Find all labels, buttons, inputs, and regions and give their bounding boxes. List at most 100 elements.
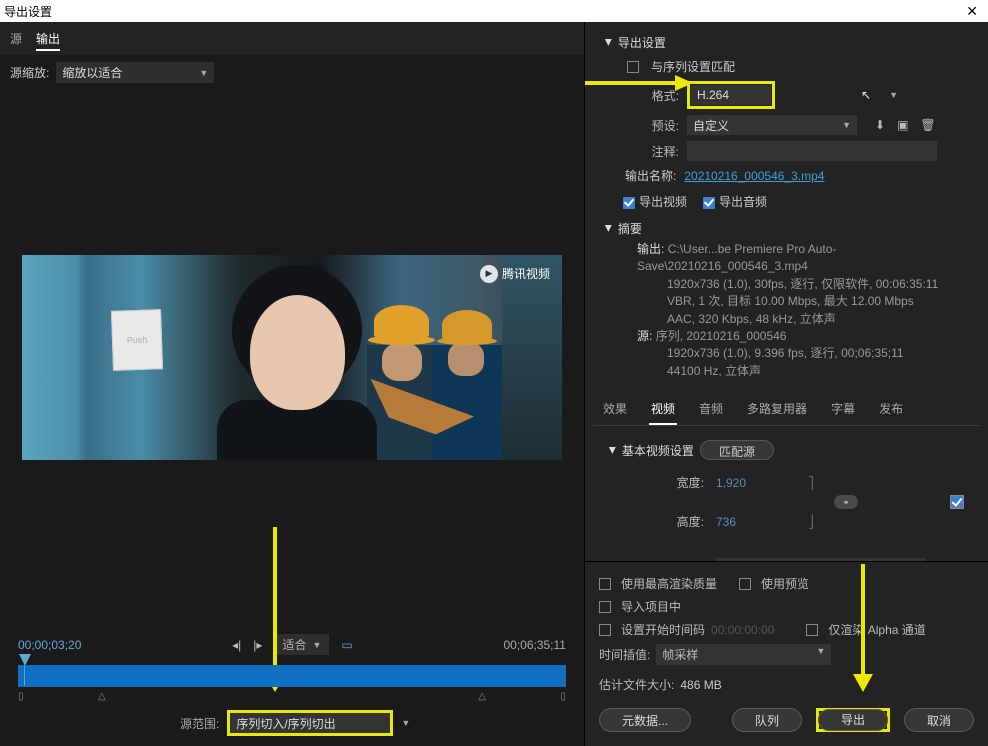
summary-src-line3: 44100 Hz, 立体声 bbox=[667, 364, 761, 378]
save-preset-icon[interactable]: ⬇ bbox=[873, 118, 887, 132]
format-label: 格式: bbox=[637, 87, 679, 104]
width-height-lock-checkbox[interactable] bbox=[950, 495, 964, 509]
max-render-label: 使用最高渲染质量 bbox=[621, 575, 717, 592]
set-start-tc-checkbox[interactable] bbox=[599, 624, 611, 636]
import-preset-icon[interactable]: ▣ bbox=[895, 118, 910, 132]
export-settings-header: 导出设置 bbox=[618, 34, 666, 51]
chevron-down-icon: ▼ bbox=[312, 640, 321, 650]
summary-src-line2: 1920x736 (1.0), 9.396 fps, 逐行, 00;06;35;… bbox=[667, 346, 904, 360]
delete-preset-icon[interactable]: 🗑 bbox=[918, 118, 937, 132]
summary-header: 摘要 bbox=[618, 220, 642, 237]
export-audio-checkbox[interactable] bbox=[703, 197, 715, 209]
queue-button[interactable]: 队列 bbox=[732, 708, 802, 732]
export-button[interactable]: 导出 bbox=[818, 709, 888, 731]
tab-caption[interactable]: 字幕 bbox=[829, 394, 857, 425]
preset-value: 自定义 bbox=[693, 117, 729, 134]
set-start-tc-label: 设置开始时间码 bbox=[621, 621, 705, 638]
time-interp-label: 时间插值: bbox=[599, 646, 650, 663]
fps-select[interactable]: 30 ▼ bbox=[716, 558, 926, 561]
fit-label: 适合 bbox=[282, 636, 306, 653]
cursor-pointer-icon: ↖ bbox=[861, 88, 871, 102]
preset-select[interactable]: 自定义 ▼ bbox=[687, 115, 857, 135]
fps-label: 帧速率: bbox=[609, 559, 704, 561]
match-sequence-label: 与序列设置匹配 bbox=[651, 58, 735, 75]
fit-select[interactable]: 适合 ▼ bbox=[274, 634, 329, 655]
close-icon[interactable]: ✕ bbox=[960, 3, 984, 20]
chevron-down-icon[interactable]: ▶ bbox=[603, 39, 614, 46]
chevron-down-icon[interactable]: ▼ bbox=[889, 90, 898, 100]
watermark-logo-icon: ▶ bbox=[480, 265, 498, 283]
summary-src-line1: 序列, 20210216_000546 bbox=[656, 329, 787, 343]
chevron-down-icon: ▼ bbox=[199, 68, 208, 78]
watermark: ▶ 腾讯视频 bbox=[480, 265, 550, 283]
time-interp-value: 帧采样 bbox=[662, 646, 698, 663]
use-preview-label: 使用预览 bbox=[761, 575, 809, 592]
source-scale-select[interactable]: 缩放以适合 ▼ bbox=[55, 61, 215, 84]
use-preview-checkbox[interactable] bbox=[739, 578, 751, 590]
tab-audio[interactable]: 音频 bbox=[697, 394, 725, 425]
window-title: 导出设置 bbox=[4, 3, 52, 20]
import-project-checkbox[interactable] bbox=[599, 601, 611, 613]
summary-source-label: 源: bbox=[637, 329, 652, 343]
chevron-down-icon: ▼ bbox=[816, 646, 825, 663]
tab-mux[interactable]: 多路复用器 bbox=[745, 394, 809, 425]
output-name-label: 输出名称: bbox=[625, 167, 676, 184]
cancel-button[interactable]: 取消 bbox=[904, 708, 974, 732]
next-frame-icon[interactable]: |▸ bbox=[253, 638, 262, 652]
source-scale-label: 源缩放: bbox=[10, 64, 49, 81]
time-interp-select[interactable]: 帧采样 ▼ bbox=[656, 644, 831, 665]
alpha-only-label: 仅渲染 Alpha 通道 bbox=[828, 621, 925, 638]
summary-out-line2: 1920x736 (1.0), 30fps, 逐行, 仅限软件, 00:06:3… bbox=[667, 277, 938, 291]
est-file-value: 486 MB bbox=[680, 678, 721, 692]
comment-input[interactable] bbox=[687, 141, 937, 161]
chevron-down-icon: ▼ bbox=[911, 560, 920, 561]
width-value[interactable]: 1,920 bbox=[716, 476, 796, 490]
end-timecode: 00;06;35;11 bbox=[503, 638, 566, 652]
chevron-down-icon[interactable]: ▼ bbox=[401, 718, 410, 728]
tab-effects[interactable]: 效果 bbox=[601, 394, 629, 425]
preset-label: 预设: bbox=[637, 117, 679, 134]
summary-out-line4: AAC, 320 Kbps, 48 kHz, 立体声 bbox=[667, 312, 836, 326]
basic-video-header: 基本视频设置 bbox=[622, 442, 694, 459]
import-project-label: 导入项目中 bbox=[621, 598, 681, 615]
summary-output-label: 输出: bbox=[637, 242, 664, 256]
export-audio-label: 导出音频 bbox=[719, 195, 767, 209]
tab-publish[interactable]: 发布 bbox=[877, 394, 905, 425]
fps-value: 30 bbox=[722, 560, 735, 561]
output-name-link[interactable]: 20210216_000546_3.mp4 bbox=[684, 169, 824, 183]
format-value: H.264 bbox=[697, 88, 729, 102]
aspect-icon[interactable]: ▭ bbox=[341, 638, 352, 652]
current-timecode[interactable]: 00;00;03;20 bbox=[18, 638, 81, 652]
prev-frame-icon[interactable]: ◂| bbox=[232, 638, 241, 652]
start-tc-value: 00:00:00:00 bbox=[711, 623, 774, 637]
metadata-button[interactable]: 元数据... bbox=[599, 708, 691, 732]
video-preview: Push ▶ 腾讯视频 bbox=[22, 255, 562, 460]
match-source-button[interactable]: 匹配源 bbox=[700, 440, 774, 460]
source-range-value: 序列切入/序列切出 bbox=[236, 715, 335, 732]
alpha-only-checkbox[interactable] bbox=[806, 624, 818, 636]
chevron-down-icon[interactable]: ▶ bbox=[603, 225, 614, 232]
match-sequence-checkbox[interactable] bbox=[627, 61, 639, 73]
height-label: 高度: bbox=[609, 513, 704, 530]
export-video-checkbox[interactable] bbox=[623, 197, 635, 209]
tab-video[interactable]: 视频 bbox=[649, 394, 677, 425]
tab-source[interactable]: 源 bbox=[10, 30, 22, 51]
chevron-down-icon: ▼ bbox=[842, 120, 851, 130]
tab-output[interactable]: 输出 bbox=[36, 30, 60, 51]
summary-out-line1: C:\User...be Premiere Pro Auto-Save\2021… bbox=[637, 242, 836, 273]
max-render-checkbox[interactable] bbox=[599, 578, 611, 590]
chevron-down-icon[interactable]: ▶ bbox=[607, 447, 618, 454]
comment-label: 注释: bbox=[637, 143, 679, 160]
link-dimensions-icon[interactable]: ⚭ bbox=[834, 495, 858, 509]
width-label: 宽度: bbox=[609, 474, 704, 491]
watermark-text: 腾讯视频 bbox=[502, 265, 550, 282]
summary-out-line3: VBR, 1 次, 目标 10.00 Mbps, 最大 12.00 Mbps bbox=[667, 294, 914, 308]
est-file-label: 估计文件大小: bbox=[599, 676, 674, 693]
source-range-select[interactable]: 序列切入/序列切出 bbox=[230, 713, 390, 733]
export-video-label: 导出视频 bbox=[639, 195, 687, 209]
source-scale-value: 缩放以适合 bbox=[62, 64, 122, 81]
source-range-label: 源范围: bbox=[180, 715, 219, 732]
format-select[interactable]: H.264 bbox=[691, 85, 771, 105]
timeline-track[interactable] bbox=[18, 665, 566, 687]
height-value[interactable]: 736 bbox=[716, 515, 796, 529]
